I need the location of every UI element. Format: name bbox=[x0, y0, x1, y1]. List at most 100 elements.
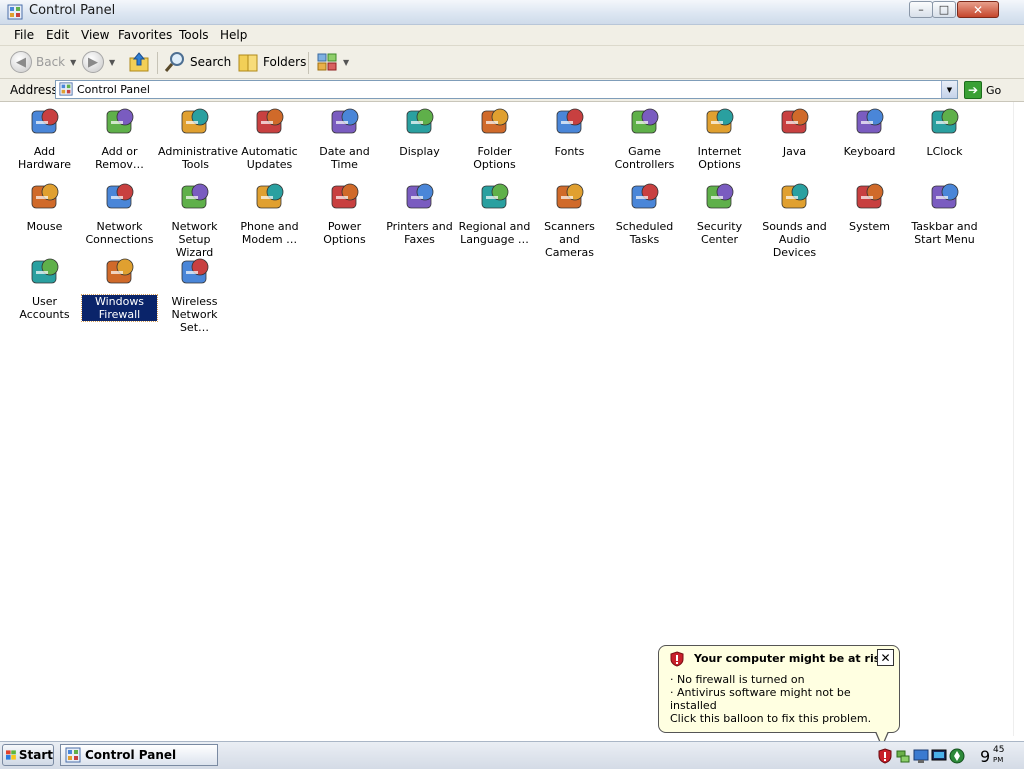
balloon-line: · No firewall is turned on bbox=[670, 673, 805, 686]
title-bar[interactable]: Control Panel – □ ✕ bbox=[0, 0, 1024, 25]
back-dropdown-icon[interactable]: ▼ bbox=[70, 58, 76, 67]
cp-item-wireless-network[interactable]: Wireless Network Set… bbox=[157, 252, 232, 334]
monitor-tray-icon[interactable] bbox=[913, 748, 929, 764]
user-accounts-icon bbox=[31, 258, 58, 284]
cp-item-regional-language[interactable]: Regional and Language … bbox=[457, 177, 532, 252]
views-dropdown-icon[interactable]: ▼ bbox=[343, 58, 349, 67]
cp-item-folder-options[interactable]: Folder Options bbox=[457, 102, 532, 177]
go-arrow-icon: ➔ bbox=[964, 81, 982, 99]
cp-item-label: Folder Options bbox=[473, 145, 516, 171]
cp-item-label: Security Center bbox=[696, 220, 743, 246]
control-panel-icon bbox=[59, 82, 73, 96]
cp-item-add-hardware[interactable]: Add Hardware bbox=[7, 102, 82, 177]
application-tray-icon[interactable] bbox=[949, 748, 965, 764]
menu-view[interactable]: View bbox=[81, 28, 109, 42]
cp-item-internet-options[interactable]: Internet Options bbox=[682, 102, 757, 177]
clock[interactable]: 9 45 PM bbox=[980, 744, 1020, 768]
add-hardware-icon bbox=[31, 108, 58, 134]
cp-item-date-time[interactable]: Date and Time bbox=[307, 102, 382, 177]
cp-item-printers-faxes[interactable]: Printers and Faxes bbox=[382, 177, 457, 252]
security-balloon[interactable]: Your computer might be at risk ✕ · No fi… bbox=[658, 645, 900, 733]
start-button[interactable]: Start bbox=[2, 744, 54, 766]
scanners-cameras-icon bbox=[556, 183, 583, 209]
network-setup-wizard-icon bbox=[181, 183, 208, 209]
automatic-updates-icon bbox=[256, 108, 283, 134]
cp-item-java[interactable]: Java bbox=[757, 102, 832, 177]
address-dropdown-icon[interactable]: ▼ bbox=[941, 81, 957, 98]
cp-item-phone-modem[interactable]: Phone and Modem … bbox=[232, 177, 307, 252]
maximize-button[interactable]: □ bbox=[932, 1, 956, 18]
security-alert-tray-icon[interactable] bbox=[877, 748, 893, 764]
menu-file[interactable]: File bbox=[14, 28, 34, 42]
cp-item-label: Display bbox=[399, 145, 440, 158]
cp-item-lclock[interactable]: LClock bbox=[907, 102, 982, 177]
cp-item-user-accounts[interactable]: User Accounts bbox=[7, 252, 82, 327]
cp-item-label: Administrative Tools bbox=[158, 145, 239, 171]
mouse-icon bbox=[31, 183, 58, 209]
folders-button[interactable]: Folders bbox=[237, 50, 306, 74]
go-button[interactable]: ➔ Go bbox=[964, 80, 1001, 100]
cp-item-system[interactable]: System bbox=[832, 177, 907, 252]
menu-help[interactable]: Help bbox=[220, 28, 247, 42]
java-icon bbox=[781, 108, 808, 134]
menu-favorites[interactable]: Favorites bbox=[118, 28, 172, 42]
minimize-button[interactable]: – bbox=[909, 1, 933, 18]
regional-language-icon bbox=[481, 183, 508, 209]
menu-tools[interactable]: Tools bbox=[179, 28, 209, 42]
address-input[interactable]: Control Panel ▼ bbox=[55, 80, 958, 99]
cp-item-power-options[interactable]: Power Options bbox=[307, 177, 382, 252]
cp-item-administrative-tools[interactable]: Administrative Tools bbox=[157, 102, 239, 177]
back-button[interactable]: ◀ Back ▼ bbox=[10, 50, 76, 74]
cp-item-label: LClock bbox=[926, 145, 963, 158]
cp-item-mouse[interactable]: Mouse bbox=[7, 177, 82, 252]
cp-item-windows-firewall[interactable]: Windows Firewall bbox=[81, 252, 158, 327]
display-icon bbox=[406, 108, 433, 134]
cp-item-fonts[interactable]: Fonts bbox=[532, 102, 607, 177]
address-label: Address bbox=[10, 83, 58, 97]
network-tray-icon[interactable] bbox=[895, 748, 911, 764]
cp-item-label: Scanners and Cameras bbox=[544, 220, 595, 259]
up-folder-button[interactable] bbox=[128, 50, 150, 74]
wireless-network-icon bbox=[181, 258, 208, 284]
cp-item-automatic-updates[interactable]: Automatic Updates bbox=[232, 102, 307, 177]
display-tray-icon[interactable] bbox=[931, 748, 947, 764]
cp-item-scheduled-tasks[interactable]: Scheduled Tasks bbox=[607, 177, 682, 252]
cp-item-display[interactable]: Display bbox=[382, 102, 457, 177]
cp-item-label: Java bbox=[782, 145, 807, 158]
windows-firewall-icon bbox=[106, 258, 133, 284]
search-button[interactable]: Search bbox=[164, 50, 231, 74]
cp-item-label: Power Options bbox=[323, 220, 366, 246]
sounds-audio-icon bbox=[781, 183, 808, 209]
close-button[interactable]: ✕ bbox=[957, 1, 999, 18]
cp-item-game-controllers[interactable]: Game Controllers bbox=[607, 102, 682, 177]
control-panel-icon bbox=[7, 4, 23, 20]
views-icon bbox=[317, 53, 337, 71]
cp-item-network-connections[interactable]: Network Connections bbox=[82, 177, 157, 252]
cp-item-label: Add Hardware bbox=[17, 145, 72, 171]
cp-item-taskbar-start-menu[interactable]: Taskbar and Start Menu bbox=[907, 177, 982, 252]
balloon-title: Your computer might be at risk bbox=[694, 652, 888, 665]
cp-item-sounds-audio[interactable]: Sounds and Audio Devices bbox=[757, 177, 832, 259]
cp-item-label: Internet Options bbox=[697, 145, 742, 171]
views-button[interactable]: ▼ bbox=[316, 50, 349, 74]
internet-options-icon bbox=[706, 108, 733, 134]
keyboard-icon bbox=[856, 108, 883, 134]
folders-label: Folders bbox=[263, 55, 307, 69]
cp-item-security-center[interactable]: Security Center bbox=[682, 177, 757, 252]
cp-item-scanners-cameras[interactable]: Scanners and Cameras bbox=[532, 177, 607, 259]
cp-item-add-remove-programs[interactable]: Add or Remov… bbox=[82, 102, 157, 177]
address-value: Control Panel bbox=[77, 83, 150, 96]
menu-bar: File Edit View Favorites Tools Help bbox=[0, 25, 1024, 46]
windows-logo-icon bbox=[6, 750, 16, 760]
administrative-tools-icon bbox=[181, 108, 208, 134]
cp-item-keyboard[interactable]: Keyboard bbox=[832, 102, 907, 177]
cp-item-network-setup-wizard[interactable]: Network Setup Wizard bbox=[157, 177, 232, 259]
balloon-close-button[interactable]: ✕ bbox=[877, 649, 894, 666]
forward-button[interactable]: ▶ ▼ bbox=[82, 50, 115, 74]
forward-dropdown-icon[interactable]: ▼ bbox=[109, 58, 115, 67]
taskbar-item-control-panel[interactable]: Control Panel bbox=[60, 744, 218, 766]
window-edge bbox=[1013, 102, 1024, 736]
scheduled-tasks-icon bbox=[631, 183, 658, 209]
cp-item-label: Automatic Updates bbox=[241, 145, 298, 171]
menu-edit[interactable]: Edit bbox=[46, 28, 69, 42]
